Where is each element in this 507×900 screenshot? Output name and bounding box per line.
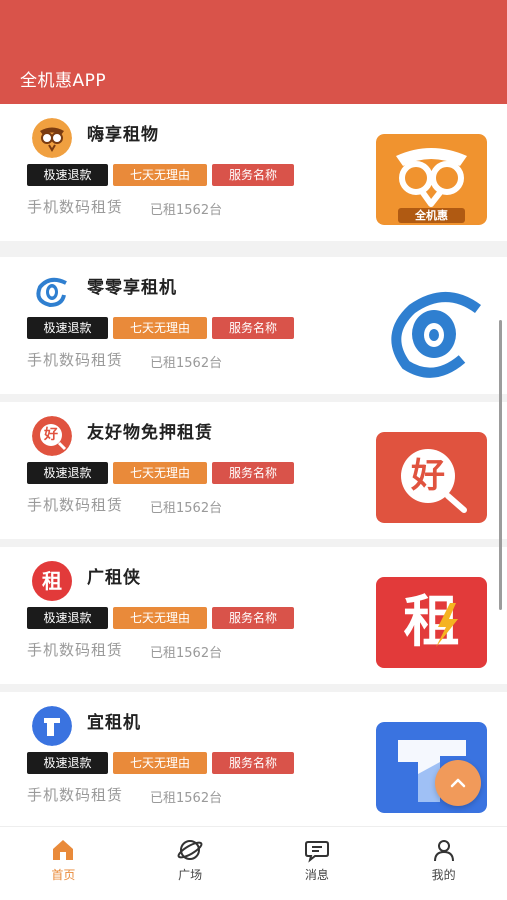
tag-fast-refund: 极速退款: [27, 164, 108, 186]
item-count: 已租1562台: [150, 501, 223, 516]
tab-label: 消息: [304, 868, 329, 882]
tag-service: 服务名称: [212, 317, 294, 339]
home-icon: [53, 840, 74, 860]
tab-label: 我的: [431, 868, 456, 882]
app-title: 全机惠APP: [20, 71, 107, 91]
app-header: 全机惠APP: [0, 0, 507, 104]
logo-text: 全机惠: [415, 209, 448, 222]
chevron-up-icon: [450, 778, 466, 788]
item-count: 已租1562台: [150, 646, 223, 661]
tag-row: 极速退款 七天无理由 服务名称: [27, 607, 294, 629]
tag-seven-day: 七天无理由: [113, 317, 207, 339]
tag-service: 服务名称: [212, 462, 294, 484]
item-name: 宜租机: [87, 713, 141, 733]
tag-fast-refund: 极速退款: [27, 752, 108, 774]
tag-service: 服务名称: [212, 164, 294, 186]
item-desc: 手机数码租赁: [27, 351, 124, 369]
tag-seven-day: 七天无理由: [113, 607, 207, 629]
item-count: 已租1562台: [150, 791, 223, 806]
list-item[interactable]: 好 友好物免押租赁 极速退款 七天无理由 服务名称 手机数码租赁 已租1562台…: [0, 402, 507, 539]
tab-label: 广场: [178, 868, 203, 882]
app-list[interactable]: 嗨享租物 极速退款 七天无理由 服务名称 手机数码租赁 已租1562台 全机惠: [0, 104, 507, 826]
item-name: 零零享租机: [87, 278, 177, 298]
tag-row: 极速退款 七天无理由 服务名称: [27, 462, 294, 484]
list-item[interactable]: 零零享租机 极速退款 七天无理由 服务名称 手机数码租赁 已租1562台: [0, 257, 507, 394]
tag-seven-day: 七天无理由: [113, 462, 207, 484]
tag-row: 极速退款 七天无理由 服务名称: [27, 164, 294, 186]
swirl-zero-logo-icon: [376, 287, 487, 378]
item-count: 已租1562台: [150, 356, 223, 371]
owl-logo-icon: 全机惠: [376, 134, 487, 225]
tab-home[interactable]: 首页: [0, 827, 127, 900]
item-name: 嗨享租物: [87, 125, 159, 145]
tag-fast-refund: 极速退款: [27, 462, 108, 484]
tag-service: 服务名称: [212, 607, 294, 629]
item-desc: 手机数码租赁: [27, 496, 124, 514]
hao-magnifier-icon: 好: [32, 416, 72, 456]
zu-lightning-logo-icon: 租: [376, 577, 487, 668]
scrollbar[interactable]: [499, 320, 502, 610]
tab-mine[interactable]: 我的: [380, 827, 507, 900]
item-name: 友好物免押租赁: [87, 423, 213, 443]
item-desc: 手机数码租赁: [27, 786, 124, 804]
item-count: 已租1562台: [150, 203, 223, 218]
tag-service: 服务名称: [212, 752, 294, 774]
planet-icon: [177, 840, 203, 860]
tab-messages[interactable]: 消息: [254, 827, 381, 900]
logo-char: 好: [411, 456, 445, 496]
bottom-tab-bar: 首页 广场 消息 我的: [0, 826, 507, 900]
list-item[interactable]: 嗨享租物 极速退款 七天无理由 服务名称 手机数码租赁 已租1562台 全机惠: [0, 104, 507, 241]
tab-square[interactable]: 广场: [127, 827, 254, 900]
item-desc: 手机数码租赁: [27, 198, 124, 216]
blue-shape-icon: [32, 706, 72, 746]
swirl-zero-icon: [32, 271, 72, 311]
message-icon: [304, 841, 329, 863]
list-item[interactable]: 宜租机 极速退款 七天无理由 服务名称 手机数码租赁 已租1562台: [0, 692, 507, 826]
user-icon: [433, 840, 454, 862]
hao-logo-icon: 好: [376, 432, 487, 523]
tag-seven-day: 七天无理由: [113, 164, 207, 186]
logo-char: 租: [42, 569, 62, 593]
list-item[interactable]: 租 广租侠 极速退款 七天无理由 服务名称 手机数码租赁 已租1562台 租: [0, 547, 507, 684]
tag-row: 极速退款 七天无理由 服务名称: [27, 317, 294, 339]
scroll-top-button[interactable]: [435, 760, 481, 806]
logo-char: 好: [44, 427, 58, 443]
zu-icon: 租: [32, 561, 72, 601]
tag-row: 极速退款 七天无理由 服务名称: [27, 752, 294, 774]
owl-icon: [32, 118, 72, 158]
tag-fast-refund: 极速退款: [27, 317, 108, 339]
item-name: 广租侠: [87, 568, 141, 588]
tab-label: 首页: [51, 868, 76, 882]
tag-seven-day: 七天无理由: [113, 752, 207, 774]
item-desc: 手机数码租赁: [27, 641, 124, 659]
tag-fast-refund: 极速退款: [27, 607, 108, 629]
